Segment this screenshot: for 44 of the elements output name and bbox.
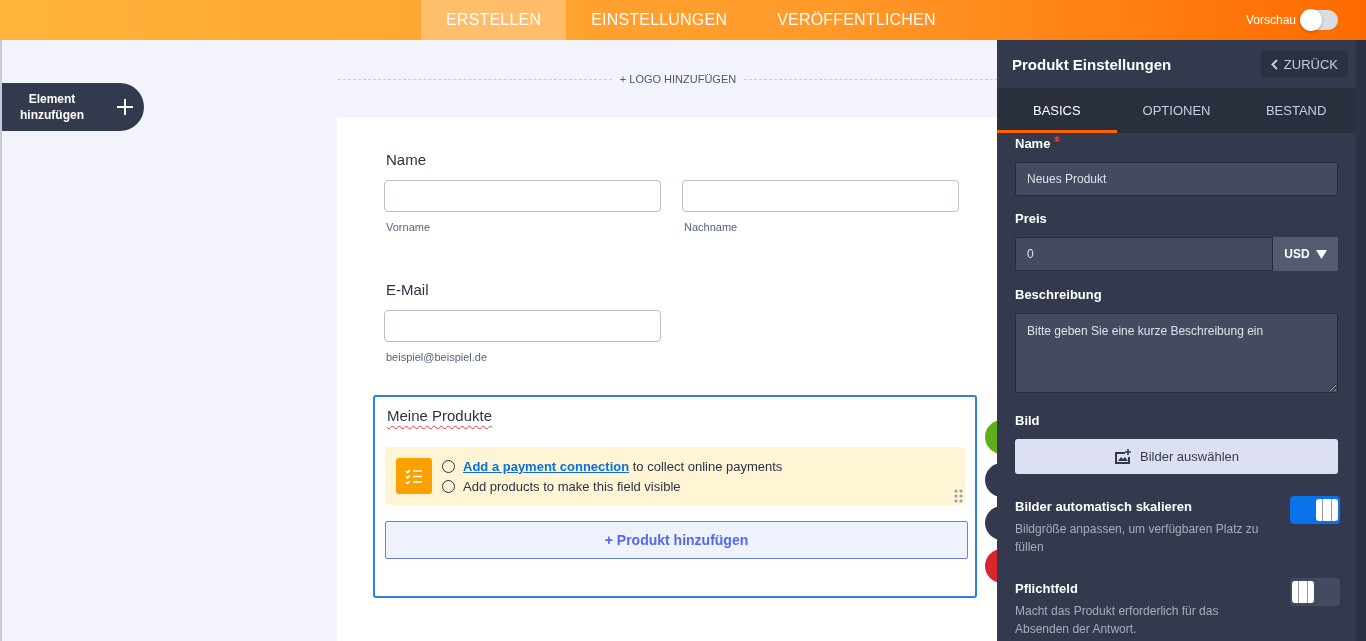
field-sublabel: Vorname [386,221,432,233]
field-label: Name [386,151,427,168]
field-label: Beschreibung [1015,287,1103,302]
panel-title: Produkt Einstellungen [1012,55,1172,73]
checklist-icon [396,458,432,494]
currency-dropdown[interactable]: USD [1273,237,1338,271]
notice-text: Add products to make this field visible [463,478,681,494]
caret-icon [1315,249,1327,259]
add-image-icon [1114,448,1132,465]
input-field[interactable] [384,310,661,342]
description-field[interactable]: Bitte geben Sie eine kurze Beschreibung ein [1015,313,1338,393]
drag-handle-icon[interactable] [954,489,963,503]
setting-description: Bildgröße anpassen, um verfügbaren Platz zu füllen [1015,521,1260,556]
input-field[interactable] [384,180,661,212]
field-label: E-Mail [386,281,430,298]
add-logo-link[interactable]: + LOGO HINZUFÜGEN [619,73,737,85]
price-input[interactable]: 0 [1015,237,1273,271]
toggle-switch[interactable] [1290,578,1340,606]
payment-link[interactable]: Add a payment connection [463,458,630,474]
input-field[interactable] [682,180,959,212]
panel-tab[interactable]: BASICS [997,88,1117,133]
select-images-button[interactable]: Bilder auswählen [1015,439,1338,474]
field-sublabel: Nachname [684,221,739,233]
setting-description: Macht das Produkt erforderlich für das Absenden der Antwort. [1015,603,1220,638]
plus-icon [116,98,134,116]
field-label: Preis [1015,211,1048,226]
toggle-switch[interactable] [1290,496,1340,524]
chevron-left-icon [1270,58,1278,70]
preview-label: Vorschau [1245,13,1296,27]
product-field[interactable]: Meine Produkte Add a payment connection to collect online payments Add products to make this field visible + Produkt hinzufügen [373,395,977,598]
panel-tab[interactable]: OPTIONEN [1116,88,1237,133]
add-product-button[interactable]: + Produkt hinzufügen [385,521,968,559]
field-label: Name [1015,136,1338,151]
field-label: Meine Produkte [387,407,493,424]
field-label: Bild [1015,413,1041,428]
setting-title: Pflichtfeld [1015,581,1079,596]
notice-text: Add a payment connection to collect online payments [463,458,783,474]
name-input[interactable]: Neues Produkt [1015,162,1338,196]
back-button[interactable]: ZURÜCK [1260,51,1348,77]
toggle-switch[interactable] [1302,10,1338,30]
add-element-button[interactable]: Element hinzufügen [2,83,144,131]
setting-title: Bilder automatisch skalieren [1015,499,1193,514]
field-sublabel: beispiel@beispiel.de [386,351,489,363]
panel-tab[interactable]: BESTAND [1236,88,1356,133]
